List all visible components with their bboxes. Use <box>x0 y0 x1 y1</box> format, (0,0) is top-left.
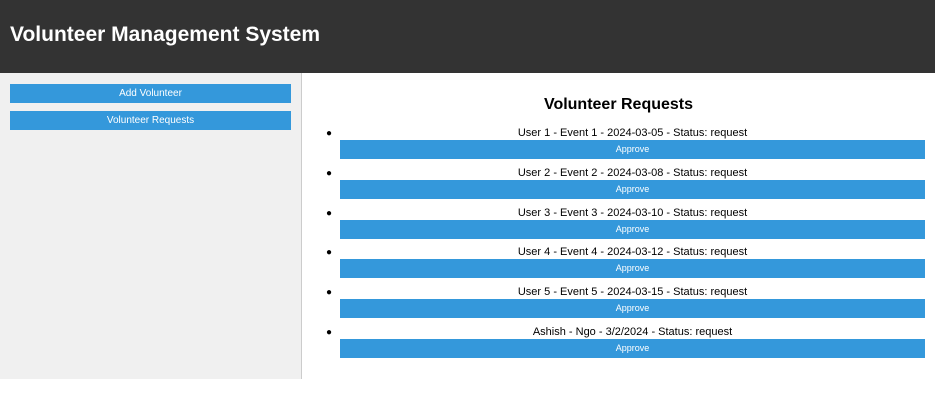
app-header: Volunteer Management System <box>0 0 935 73</box>
add-volunteer-button[interactable]: Add Volunteer <box>10 84 291 103</box>
request-text: User 3 - Event 3 - 2024-03-10 - Status: … <box>517 207 748 219</box>
list-item: ● User 5 - Event 5 - 2024-03-15 - Status… <box>326 286 925 319</box>
bullet-icon: ● <box>326 247 333 258</box>
bullet-icon: ● <box>326 287 333 298</box>
request-text: User 5 - Event 5 - 2024-03-15 - Status: … <box>517 286 748 298</box>
request-text: Ashish - Ngo - 3/2/2024 - Status: reques… <box>532 326 733 338</box>
list-item: ● User 4 - Event 4 - 2024-03-12 - Status… <box>326 246 925 279</box>
bullet-icon: ● <box>326 327 333 338</box>
volunteer-requests-button[interactable]: Volunteer Requests <box>10 111 291 130</box>
approve-button[interactable]: Approve <box>340 140 925 159</box>
bullet-icon: ● <box>326 128 333 139</box>
list-item: ● User 3 - Event 3 - 2024-03-10 - Status… <box>326 207 925 240</box>
list-item: ● Ashish - Ngo - 3/2/2024 - Status: requ… <box>326 326 925 359</box>
approve-button[interactable]: Approve <box>340 259 925 278</box>
approve-button[interactable]: Approve <box>340 339 925 358</box>
bullet-icon: ● <box>326 168 333 179</box>
sidebar: Add Volunteer Volunteer Requests <box>0 73 302 379</box>
approve-button[interactable]: Approve <box>340 299 925 318</box>
approve-button[interactable]: Approve <box>340 220 925 239</box>
request-text: User 4 - Event 4 - 2024-03-12 - Status: … <box>517 246 748 258</box>
approve-button[interactable]: Approve <box>340 180 925 199</box>
request-text: User 2 - Event 2 - 2024-03-08 - Status: … <box>517 167 748 179</box>
bullet-icon: ● <box>326 208 333 219</box>
list-item: ● User 1 - Event 1 - 2024-03-05 - Status… <box>326 127 925 160</box>
page-title: Volunteer Requests <box>543 96 694 113</box>
request-text: User 1 - Event 1 - 2024-03-05 - Status: … <box>517 127 748 139</box>
app-title: Volunteer Management System <box>10 23 321 46</box>
list-item: ● User 2 - Event 2 - 2024-03-08 - Status… <box>326 167 925 200</box>
